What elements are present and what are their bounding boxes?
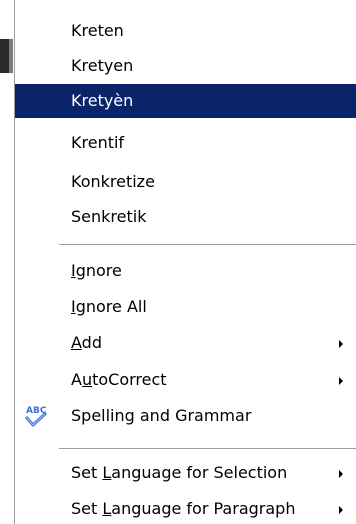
- ignore-all-item[interactable]: Ignore All: [15, 290, 356, 324]
- set-language-paragraph-label: Set Language for Paragraph: [71, 499, 296, 518]
- suggestion-item-kreten[interactable]: Kreten: [15, 14, 356, 48]
- screen: Kreten Kretyen Kretyèn Krentif Konkretiz…: [0, 0, 356, 524]
- spelling-and-grammar-item[interactable]: ABC Spelling and Grammar: [15, 399, 356, 433]
- spelling-context-menu: Kreten Kretyen Kretyèn Krentif Konkretiz…: [14, 0, 356, 524]
- add-label: Add: [71, 333, 102, 352]
- submenu-arrow-icon: [339, 506, 343, 514]
- suggestion-item-kretyen[interactable]: Kretyen: [15, 49, 356, 83]
- set-language-selection-label: Set Language for Selection: [71, 463, 288, 482]
- document-edge: [0, 39, 13, 73]
- suggestion-item-konkretize[interactable]: Konkretize: [15, 165, 356, 199]
- ignore-item[interactable]: Ignore: [15, 254, 356, 288]
- suggestion-label: Krentif: [71, 133, 125, 152]
- add-item[interactable]: Add: [15, 326, 356, 360]
- autocorrect-label: AutoCorrect: [71, 370, 167, 389]
- submenu-arrow-icon: [339, 470, 343, 478]
- suggestion-label: Kretyen: [71, 56, 134, 75]
- spelling-and-grammar-label: Spelling and Grammar: [71, 406, 252, 425]
- autocorrect-item[interactable]: AutoCorrect: [15, 363, 356, 397]
- abc-spellcheck-icon: ABC: [25, 406, 47, 427]
- suggestion-item-krentif[interactable]: Krentif: [15, 126, 356, 160]
- submenu-arrow-icon: [339, 340, 343, 348]
- suggestion-item-senkretik[interactable]: Senkretik: [15, 200, 356, 234]
- suggestion-label: Konkretize: [71, 172, 155, 191]
- set-language-paragraph-item[interactable]: Set Language for Paragraph: [15, 492, 356, 524]
- suggestion-label: Kreten: [71, 21, 124, 40]
- suggestion-label: Kretyèn: [71, 91, 134, 110]
- ignore-label: Ignore: [71, 261, 122, 280]
- menu-separator: [59, 448, 356, 450]
- suggestion-item-kretyen-accent[interactable]: Kretyèn: [15, 84, 356, 118]
- menu-separator: [59, 244, 356, 246]
- submenu-arrow-icon: [339, 377, 343, 385]
- set-language-selection-item[interactable]: Set Language for Selection: [15, 456, 356, 490]
- suggestion-label: Senkretik: [71, 207, 147, 226]
- ignore-all-label: Ignore All: [71, 297, 147, 316]
